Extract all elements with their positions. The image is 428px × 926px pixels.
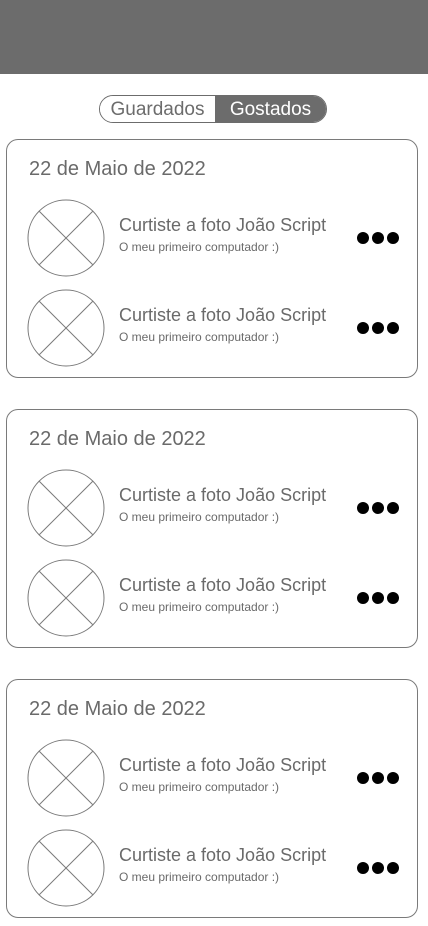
activity-title: Curtiste a foto João Script [119, 755, 327, 775]
more-options-button[interactable] [357, 498, 399, 518]
more-dot-icon [372, 502, 384, 514]
image-placeholder-icon [27, 829, 105, 907]
more-options-button[interactable] [357, 318, 399, 338]
image-placeholder-icon [27, 199, 105, 277]
activity-item[interactable]: Curtiste a foto João Script O meu primei… [7, 469, 417, 547]
more-dot-icon [357, 232, 369, 244]
more-dot-icon [387, 502, 399, 514]
activity-title: Curtiste a foto João Script [119, 845, 327, 865]
more-dot-icon [372, 232, 384, 244]
card-date: 22 de Maio de 2022 [29, 698, 206, 720]
activity-subtitle: O meu primeiro computador :) [119, 780, 280, 794]
activity-day-card: 22 de Maio de 2022 Curtiste a foto João … [6, 409, 418, 648]
activity-item[interactable]: Curtiste a foto João Script O meu primei… [7, 829, 417, 907]
activity-subtitle: O meu primeiro computador :) [119, 330, 280, 344]
more-dot-icon [357, 862, 369, 874]
tab-guardados[interactable]: Guardados [100, 96, 215, 122]
more-dot-icon [372, 322, 384, 334]
activity-item[interactable]: Curtiste a foto João Script O meu primei… [7, 559, 417, 637]
activity-item[interactable]: Curtiste a foto João Script O meu primei… [7, 199, 417, 277]
more-dot-icon [387, 592, 399, 604]
activity-subtitle: O meu primeiro computador :) [119, 870, 280, 884]
activity-title: Curtiste a foto João Script [119, 575, 327, 595]
more-dot-icon [357, 592, 369, 604]
activity-day-card: 22 de Maio de 2022 Curtiste a foto João … [6, 139, 418, 378]
more-options-button[interactable] [357, 228, 399, 248]
image-placeholder-icon [27, 469, 105, 547]
more-dot-icon [372, 862, 384, 874]
image-placeholder-icon [27, 739, 105, 817]
more-dot-icon [357, 502, 369, 514]
header-bar [0, 0, 428, 74]
card-date: 22 de Maio de 2022 [29, 428, 206, 450]
more-options-button[interactable] [357, 858, 399, 878]
activity-subtitle: O meu primeiro computador :) [119, 510, 280, 524]
more-dot-icon [357, 322, 369, 334]
more-options-button[interactable] [357, 588, 399, 608]
more-options-button[interactable] [357, 768, 399, 788]
more-dot-icon [387, 772, 399, 784]
image-placeholder-icon [27, 559, 105, 637]
more-dot-icon [372, 772, 384, 784]
activity-item[interactable]: Curtiste a foto João Script O meu primei… [7, 289, 417, 367]
activity-title: Curtiste a foto João Script [119, 485, 327, 505]
activity-subtitle: O meu primeiro computador :) [119, 240, 280, 254]
activity-title: Curtiste a foto João Script [119, 305, 327, 325]
activity-title: Curtiste a foto João Script [119, 215, 327, 235]
activity-item[interactable]: Curtiste a foto João Script O meu primei… [7, 739, 417, 817]
more-dot-icon [387, 322, 399, 334]
more-dot-icon [387, 232, 399, 244]
image-placeholder-icon [27, 289, 105, 367]
card-date: 22 de Maio de 2022 [29, 158, 206, 180]
more-dot-icon [372, 592, 384, 604]
activity-subtitle: O meu primeiro computador :) [119, 600, 280, 614]
tab-gostados[interactable]: Gostados [215, 96, 326, 122]
more-dot-icon [357, 772, 369, 784]
saved-liked-toggle: Guardados Gostados [99, 95, 327, 123]
activity-day-card: 22 de Maio de 2022 Curtiste a foto João … [6, 679, 418, 918]
more-dot-icon [387, 862, 399, 874]
